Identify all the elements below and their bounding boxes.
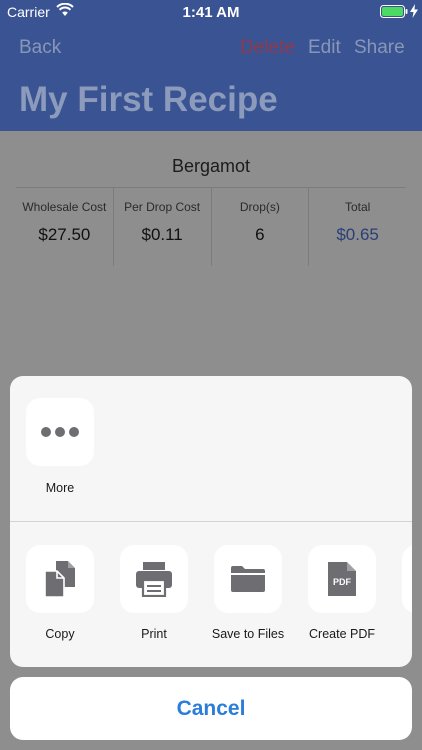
total-value: $0.65 (336, 225, 379, 244)
share-sheet: More Copy Print Save to Files PDF Create… (10, 376, 412, 667)
copy-button[interactable] (26, 545, 94, 613)
cancel-button[interactable]: Cancel (10, 677, 412, 740)
print-label: Print (141, 627, 167, 641)
status-time: 1:41 AM (182, 4, 240, 21)
column-value: $0.11 (141, 225, 183, 244)
cost-table: Wholesale Cost $27.50 Per Drop Cost $0.1… (16, 187, 406, 266)
print-icon (136, 562, 172, 597)
column-header: Wholesale Cost (22, 200, 107, 214)
more-label: More (45, 481, 75, 495)
oil-name: Bergamot (171, 156, 251, 176)
more-button[interactable] (26, 398, 94, 466)
column-value: $27.50 (38, 225, 91, 244)
save-to-files-label: Save to Files (211, 627, 285, 641)
edit-button[interactable]: Edit (308, 37, 341, 59)
share-activities-row: Copy Print Save to Files PDF Create PDF (10, 522, 412, 667)
total-column: Total $0.65 (309, 188, 406, 266)
delete-button[interactable]: Delete (240, 37, 295, 59)
column-header: Total (344, 200, 371, 214)
more-icon (41, 427, 79, 437)
copy-label: Copy (45, 627, 75, 641)
status-bar: Carrier 1:41 AM (0, 0, 422, 24)
page-title: My First Recipe (19, 80, 278, 119)
create-pdf-button[interactable]: PDF (308, 545, 376, 613)
battery-icon (380, 5, 408, 18)
pdf-icon: PDF (328, 562, 356, 596)
next-activity-tile[interactable] (402, 545, 412, 613)
create-pdf-label: Create PDF (309, 627, 375, 641)
share-button[interactable]: Share (354, 37, 405, 59)
charging-bolt-icon (410, 4, 418, 18)
copy-icon (44, 561, 75, 597)
print-button[interactable] (120, 545, 188, 613)
column-header: Per Drop Cost (124, 200, 201, 214)
folder-icon (231, 566, 265, 592)
column-header: Drop(s) (239, 200, 280, 214)
back-button[interactable]: Back (19, 37, 61, 59)
per-drop-cost-column: Per Drop Cost $0.11 (114, 188, 212, 266)
wholesale-cost-column: Wholesale Cost $27.50 (16, 188, 114, 266)
drops-column: Drop(s) 6 (212, 188, 310, 266)
pdf-icon-text: PDF (333, 577, 352, 587)
column-value[interactable]: 6 (212, 225, 309, 245)
share-actions-row: More (10, 376, 412, 522)
save-to-files-button[interactable] (214, 545, 282, 613)
